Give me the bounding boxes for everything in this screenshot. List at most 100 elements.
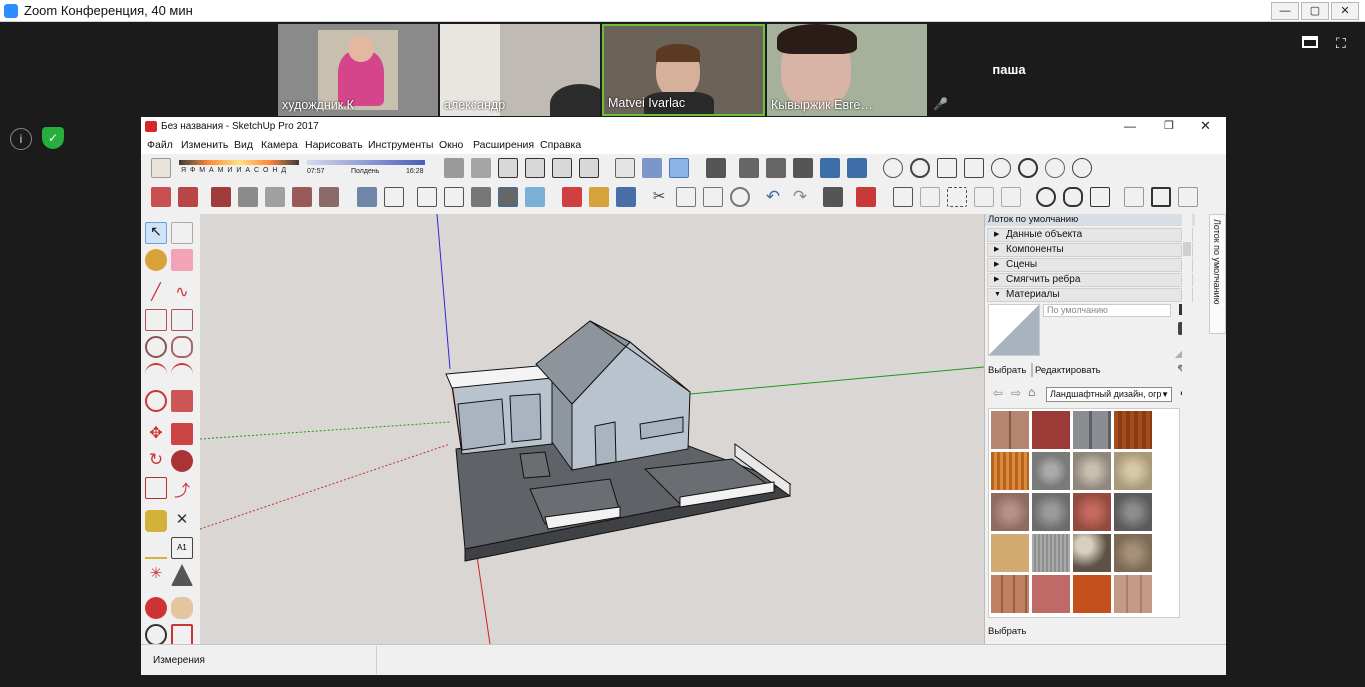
maximize-button[interactable]: ▢ — [1301, 2, 1329, 20]
model-scene[interactable] — [200, 214, 984, 644]
rotated-rectangle-icon[interactable] — [171, 309, 193, 331]
swatch-brick-pavers[interactable] — [991, 575, 1029, 613]
offset-icon[interactable]: ⤴ — [171, 477, 193, 500]
line-tool-icon[interactable]: ╱ — [145, 282, 167, 304]
redo-icon[interactable]: ↷ — [790, 187, 810, 207]
print-icon[interactable] — [823, 187, 843, 207]
swatch-stone-pavers[interactable] — [1114, 575, 1152, 613]
cut-icon[interactable]: ✂ — [649, 187, 669, 207]
stamp-icon[interactable] — [292, 187, 312, 207]
dimensions-icon[interactable] — [947, 187, 967, 207]
security-shield-icon[interactable]: ✓ — [42, 127, 64, 149]
paint-bucket-icon[interactable] — [145, 249, 167, 271]
tab-select[interactable]: Выбрать — [988, 365, 1026, 376]
swatch-concrete[interactable] — [1032, 534, 1070, 572]
swatch-dark-gravel[interactable] — [1114, 493, 1152, 531]
face-style-3-icon[interactable] — [471, 187, 491, 207]
fullscreen-icon[interactable]: ⛶ — [1336, 36, 1352, 50]
circle-icon[interactable] — [910, 158, 930, 178]
eraser-icon[interactable] — [171, 249, 193, 271]
lock-icon[interactable] — [1178, 187, 1198, 207]
sandbox-from-scratch-icon[interactable] — [238, 187, 258, 207]
tape-measure-icon[interactable] — [145, 510, 167, 532]
su-restore-button[interactable]: ❐ — [1164, 119, 1174, 132]
xray-icon[interactable] — [615, 158, 635, 178]
undo-icon[interactable]: ↶ — [763, 187, 783, 207]
tray-section-materials[interactable]: ▼Материалы✕ — [987, 288, 1193, 302]
save-icon[interactable] — [616, 187, 636, 207]
sun-icon[interactable] — [991, 158, 1011, 178]
view-toggle-icon[interactable] — [1302, 36, 1318, 48]
menu-camera[interactable]: Камера — [261, 139, 298, 151]
house-window-2-icon[interactable] — [1151, 187, 1171, 207]
face-style-1-icon[interactable] — [417, 187, 437, 207]
video-tile-2[interactable]: александр — [440, 24, 600, 116]
outliner-icon[interactable] — [920, 187, 940, 207]
video-tile-4[interactable]: Кывыржик Евге… — [767, 24, 927, 116]
tab-edit[interactable]: Редактировать — [1035, 365, 1101, 376]
paste-icon[interactable] — [703, 187, 723, 207]
erase-icon[interactable] — [730, 187, 750, 207]
rectangle-icon[interactable] — [145, 309, 167, 331]
swatch-sand[interactable] — [991, 534, 1029, 572]
select-tool-icon[interactable]: ↖ — [145, 222, 167, 244]
tray-section-soften-edges[interactable]: ▶Смягчить ребра✕ — [987, 273, 1193, 287]
swatch-gray-block[interactable] — [1073, 411, 1111, 449]
shadows-toggle-icon[interactable] — [151, 158, 171, 178]
protractor-icon[interactable] — [145, 537, 167, 559]
menu-window[interactable]: Окно — [439, 139, 463, 151]
follow-me-icon[interactable] — [171, 450, 193, 472]
swatch-red-pavers[interactable] — [1032, 575, 1070, 613]
material-name-field[interactable]: По умолчанию — [1043, 304, 1171, 317]
freehand-icon[interactable]: ∿ — [171, 282, 193, 304]
component-add-icon[interactable] — [562, 187, 582, 207]
library-dropdown[interactable]: Ландшафтный дизайн, огр ▼ — [1046, 387, 1172, 402]
style-back-edges-icon[interactable] — [793, 158, 813, 178]
shadow-date-slider[interactable] — [179, 160, 299, 165]
teapot-outline-icon[interactable] — [1090, 187, 1110, 207]
grass-icon[interactable] — [974, 187, 994, 207]
sphere-icon[interactable] — [1018, 158, 1038, 178]
swatch-red-gravel[interactable] — [991, 493, 1029, 531]
orbit-icon[interactable] — [145, 597, 167, 619]
back-arrow-icon[interactable]: ⇦ — [993, 386, 1003, 400]
dimension-tool-icon[interactable]: ✕ — [171, 510, 193, 532]
make-component-icon[interactable] — [171, 222, 193, 244]
menu-draw[interactable]: Нарисовать — [305, 139, 363, 151]
info-icon[interactable]: i — [10, 128, 32, 150]
menu-view[interactable]: Вид — [234, 139, 253, 151]
cone-icon[interactable] — [937, 158, 957, 178]
style-shaded-blue-icon[interactable] — [847, 158, 867, 178]
home-icon[interactable]: ⌂ — [1028, 385, 1035, 399]
tray-section-entity-info[interactable]: ▶Данные объекта✕ — [987, 228, 1193, 242]
grid-texture-icon[interactable] — [178, 187, 198, 207]
light-icon[interactable] — [964, 158, 984, 178]
shaded-icon[interactable] — [669, 158, 689, 178]
style-xray-blue-icon[interactable] — [820, 158, 840, 178]
teapot-icon[interactable] — [1063, 187, 1083, 207]
tray-scrollbar-thumb[interactable] — [1183, 242, 1191, 256]
video-tile-1[interactable]: худождник.К — [278, 24, 438, 116]
swatch-fence-wood[interactable] — [991, 452, 1029, 490]
swatch-gravel-2[interactable] — [1073, 452, 1111, 490]
back-view-icon[interactable] — [552, 158, 572, 178]
front-view-icon[interactable] — [498, 158, 518, 178]
su-close-button[interactable]: ✕ — [1200, 118, 1211, 134]
face-style-4-icon[interactable] — [498, 187, 518, 207]
video-tile-5[interactable]: паша — [929, 24, 1089, 116]
house-window-1-icon[interactable] — [1124, 187, 1144, 207]
sandbox-from-contours-icon[interactable] — [211, 187, 231, 207]
zoom-icon[interactable] — [145, 624, 167, 646]
smoove-icon[interactable] — [265, 187, 285, 207]
iso-view-icon[interactable] — [444, 158, 464, 178]
right-view-icon[interactable] — [525, 158, 545, 178]
two-point-arc-icon[interactable] — [171, 363, 193, 385]
gear-icon[interactable] — [1072, 158, 1092, 178]
paint-texture-icon[interactable] — [151, 187, 171, 207]
swatch-red-brick[interactable] — [1032, 411, 1070, 449]
style-hidden-icon[interactable] — [706, 158, 726, 178]
video-tile-3-active-speaker[interactable]: Matvei Ivarlac — [602, 24, 765, 116]
close-button[interactable]: ✕ — [1331, 2, 1359, 20]
open-folder-icon[interactable] — [589, 187, 609, 207]
box-icon[interactable] — [384, 187, 404, 207]
